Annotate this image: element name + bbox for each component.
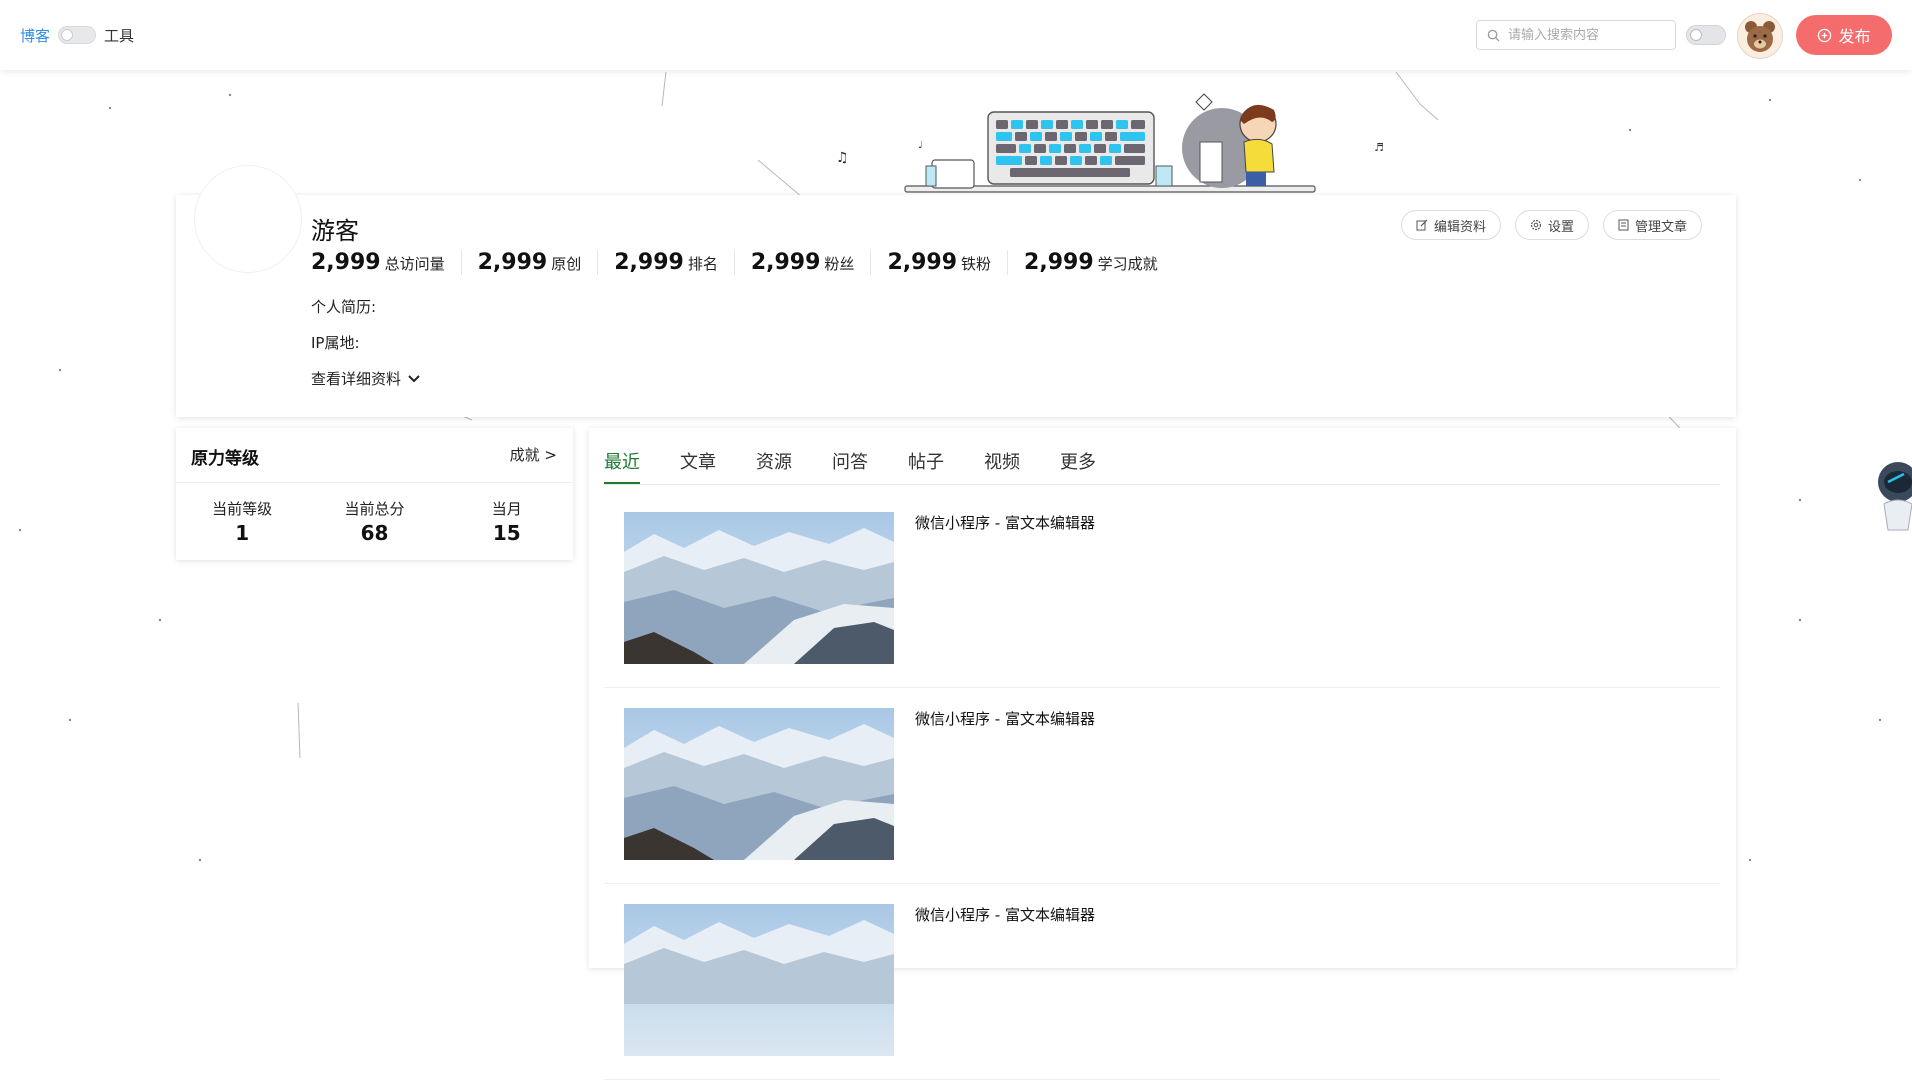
- stat-fans: 2,999 粉丝: [751, 250, 872, 275]
- tab-more[interactable]: 更多: [1060, 448, 1096, 484]
- stat-value: 2,999: [1024, 250, 1094, 275]
- level-stat-value: 1: [235, 521, 250, 545]
- stat-value: 2,999: [887, 250, 958, 275]
- stat-value: 2,999: [311, 250, 381, 275]
- article-thumbnail[interactable]: [624, 708, 894, 860]
- level-stats: 当前等级 1 当前总分 68 当月 15: [176, 498, 573, 545]
- view-details-link[interactable]: 查看详细资料: [311, 368, 421, 389]
- profile-avatar[interactable]: [194, 165, 302, 273]
- stat-label: 原创: [551, 255, 582, 273]
- current-total-score: 当前总分 68: [314, 498, 434, 545]
- music-note-icon: ♬: [1374, 141, 1384, 154]
- current-month: 当月 15: [447, 498, 567, 545]
- mountain-image: [624, 708, 894, 860]
- article-title[interactable]: 微信小程序 - 富文本编辑器: [915, 904, 1095, 925]
- stat-value: 2,999: [614, 250, 684, 275]
- document-icon: [1618, 219, 1629, 231]
- stat-achievement: 2,999 学习成就: [1024, 250, 1174, 275]
- stat-label: 铁粉: [961, 255, 992, 273]
- tab-posts[interactable]: 帖子: [908, 448, 944, 484]
- theme-toggle[interactable]: [1686, 25, 1726, 45]
- stat-label: 排名: [687, 255, 718, 273]
- music-note-icon: ♩: [918, 140, 923, 151]
- current-level: 当前等级 1: [182, 498, 302, 545]
- stat-label: 学习成就: [1097, 255, 1158, 273]
- view-details-label: 查看详细资料: [311, 370, 402, 388]
- tab-videos[interactable]: 视频: [984, 448, 1020, 484]
- stat-value: 2,999: [477, 250, 548, 275]
- mode-toggle[interactable]: [58, 26, 97, 44]
- plus-circle-icon: [1818, 28, 1832, 42]
- settings-button[interactable]: 设置: [1514, 210, 1589, 240]
- stat-value: 2,999: [750, 250, 821, 275]
- level-stat-label: 当前总分: [344, 500, 405, 518]
- tool-link[interactable]: 工具: [104, 25, 134, 46]
- edit-profile-button[interactable]: 编辑资料: [1400, 210, 1501, 240]
- mountain-image: [624, 904, 894, 1056]
- article-title[interactable]: 微信小程序 - 富文本编辑器: [915, 512, 1095, 533]
- manage-articles-label: 管理文章: [1634, 219, 1687, 235]
- manage-articles-button[interactable]: 管理文章: [1602, 210, 1702, 240]
- search-input[interactable]: [1506, 26, 1670, 44]
- edit-profile-label: 编辑资料: [1433, 219, 1486, 235]
- article-title[interactable]: 微信小程序 - 富文本编辑器: [915, 708, 1095, 729]
- tab-recent[interactable]: 最近: [604, 448, 640, 484]
- publish-button[interactable]: 发布: [1796, 15, 1892, 55]
- article-thumbnail[interactable]: [624, 904, 894, 1056]
- stat-original: 2,999 原创: [478, 250, 599, 275]
- chevron-down-icon: [408, 374, 420, 382]
- content-card: 最近 文章 资源 问答 帖子 视频 更多 微信小程序 - 富文本编辑器 微信小程…: [589, 428, 1736, 1080]
- profile-card: 游客 2,999 总访问量 2,999 原创 2,999 排名 2,999 粉丝…: [176, 165, 1736, 417]
- achievement-link[interactable]: 成就 >: [510, 444, 557, 465]
- edit-icon: [1416, 219, 1428, 231]
- level-stat-label: 当前等级: [212, 500, 273, 518]
- article-item[interactable]: 微信小程序 - 富文本编辑器: [604, 492, 1720, 688]
- stat-rank: 2,999 排名: [614, 250, 735, 275]
- top-header: 博客 工具 发布: [0, 0, 1912, 70]
- mountain-image: [624, 512, 894, 664]
- level-title: 原力等级: [191, 449, 259, 469]
- bear-avatar-icon: [1745, 21, 1775, 52]
- level-stat-value: 68: [360, 521, 389, 545]
- header-left: 博客 工具: [20, 0, 134, 70]
- force-level-card: 原力等级 成就 > 当前等级 1 当前总分 68 当月 15: [176, 428, 573, 560]
- profile-actions: 编辑资料 设置 管理文章: [1400, 210, 1702, 240]
- tab-resources[interactable]: 资源: [756, 448, 792, 484]
- tab-articles[interactable]: 文章: [680, 448, 716, 484]
- floating-robot-icon[interactable]: [1874, 460, 1912, 536]
- music-note-icon: ♫: [836, 150, 849, 166]
- article-item[interactable]: 微信小程序 - 富文本编辑器: [604, 688, 1720, 884]
- settings-label: 设置: [1547, 219, 1574, 235]
- stat-iron-fans: 2,999 铁粉: [887, 250, 1009, 275]
- level-stat-label: 当月: [491, 500, 522, 518]
- search-icon: [1487, 29, 1500, 42]
- gear-icon: [1530, 219, 1542, 231]
- stat-label: 粉丝: [824, 255, 855, 273]
- divider: [176, 482, 573, 483]
- article-item[interactable]: 微信小程序 - 富文本编辑器: [604, 884, 1720, 1080]
- tab-qa[interactable]: 问答: [832, 448, 868, 484]
- profile-stats: 2,999 总访问量 2,999 原创 2,999 排名 2,999 粉丝 2,…: [311, 250, 1190, 275]
- publish-label: 发布: [1838, 27, 1871, 46]
- content-tabs: 最近 文章 资源 问答 帖子 视频 更多: [604, 448, 1720, 485]
- article-thumbnail[interactable]: [624, 512, 894, 664]
- ip-location-label: IP属地:: [311, 334, 360, 352]
- level-stat-value: 15: [492, 521, 521, 545]
- bio-label: 个人简历:: [311, 298, 377, 316]
- search-box[interactable]: [1476, 20, 1676, 50]
- stat-label: 总访问量: [384, 255, 445, 273]
- blog-link[interactable]: 博客: [20, 25, 50, 46]
- user-avatar[interactable]: [1737, 13, 1783, 59]
- stat-visits: 2,999 总访问量: [311, 250, 462, 275]
- banner-illustration: [904, 93, 1316, 193]
- profile-name: 游客: [311, 217, 359, 245]
